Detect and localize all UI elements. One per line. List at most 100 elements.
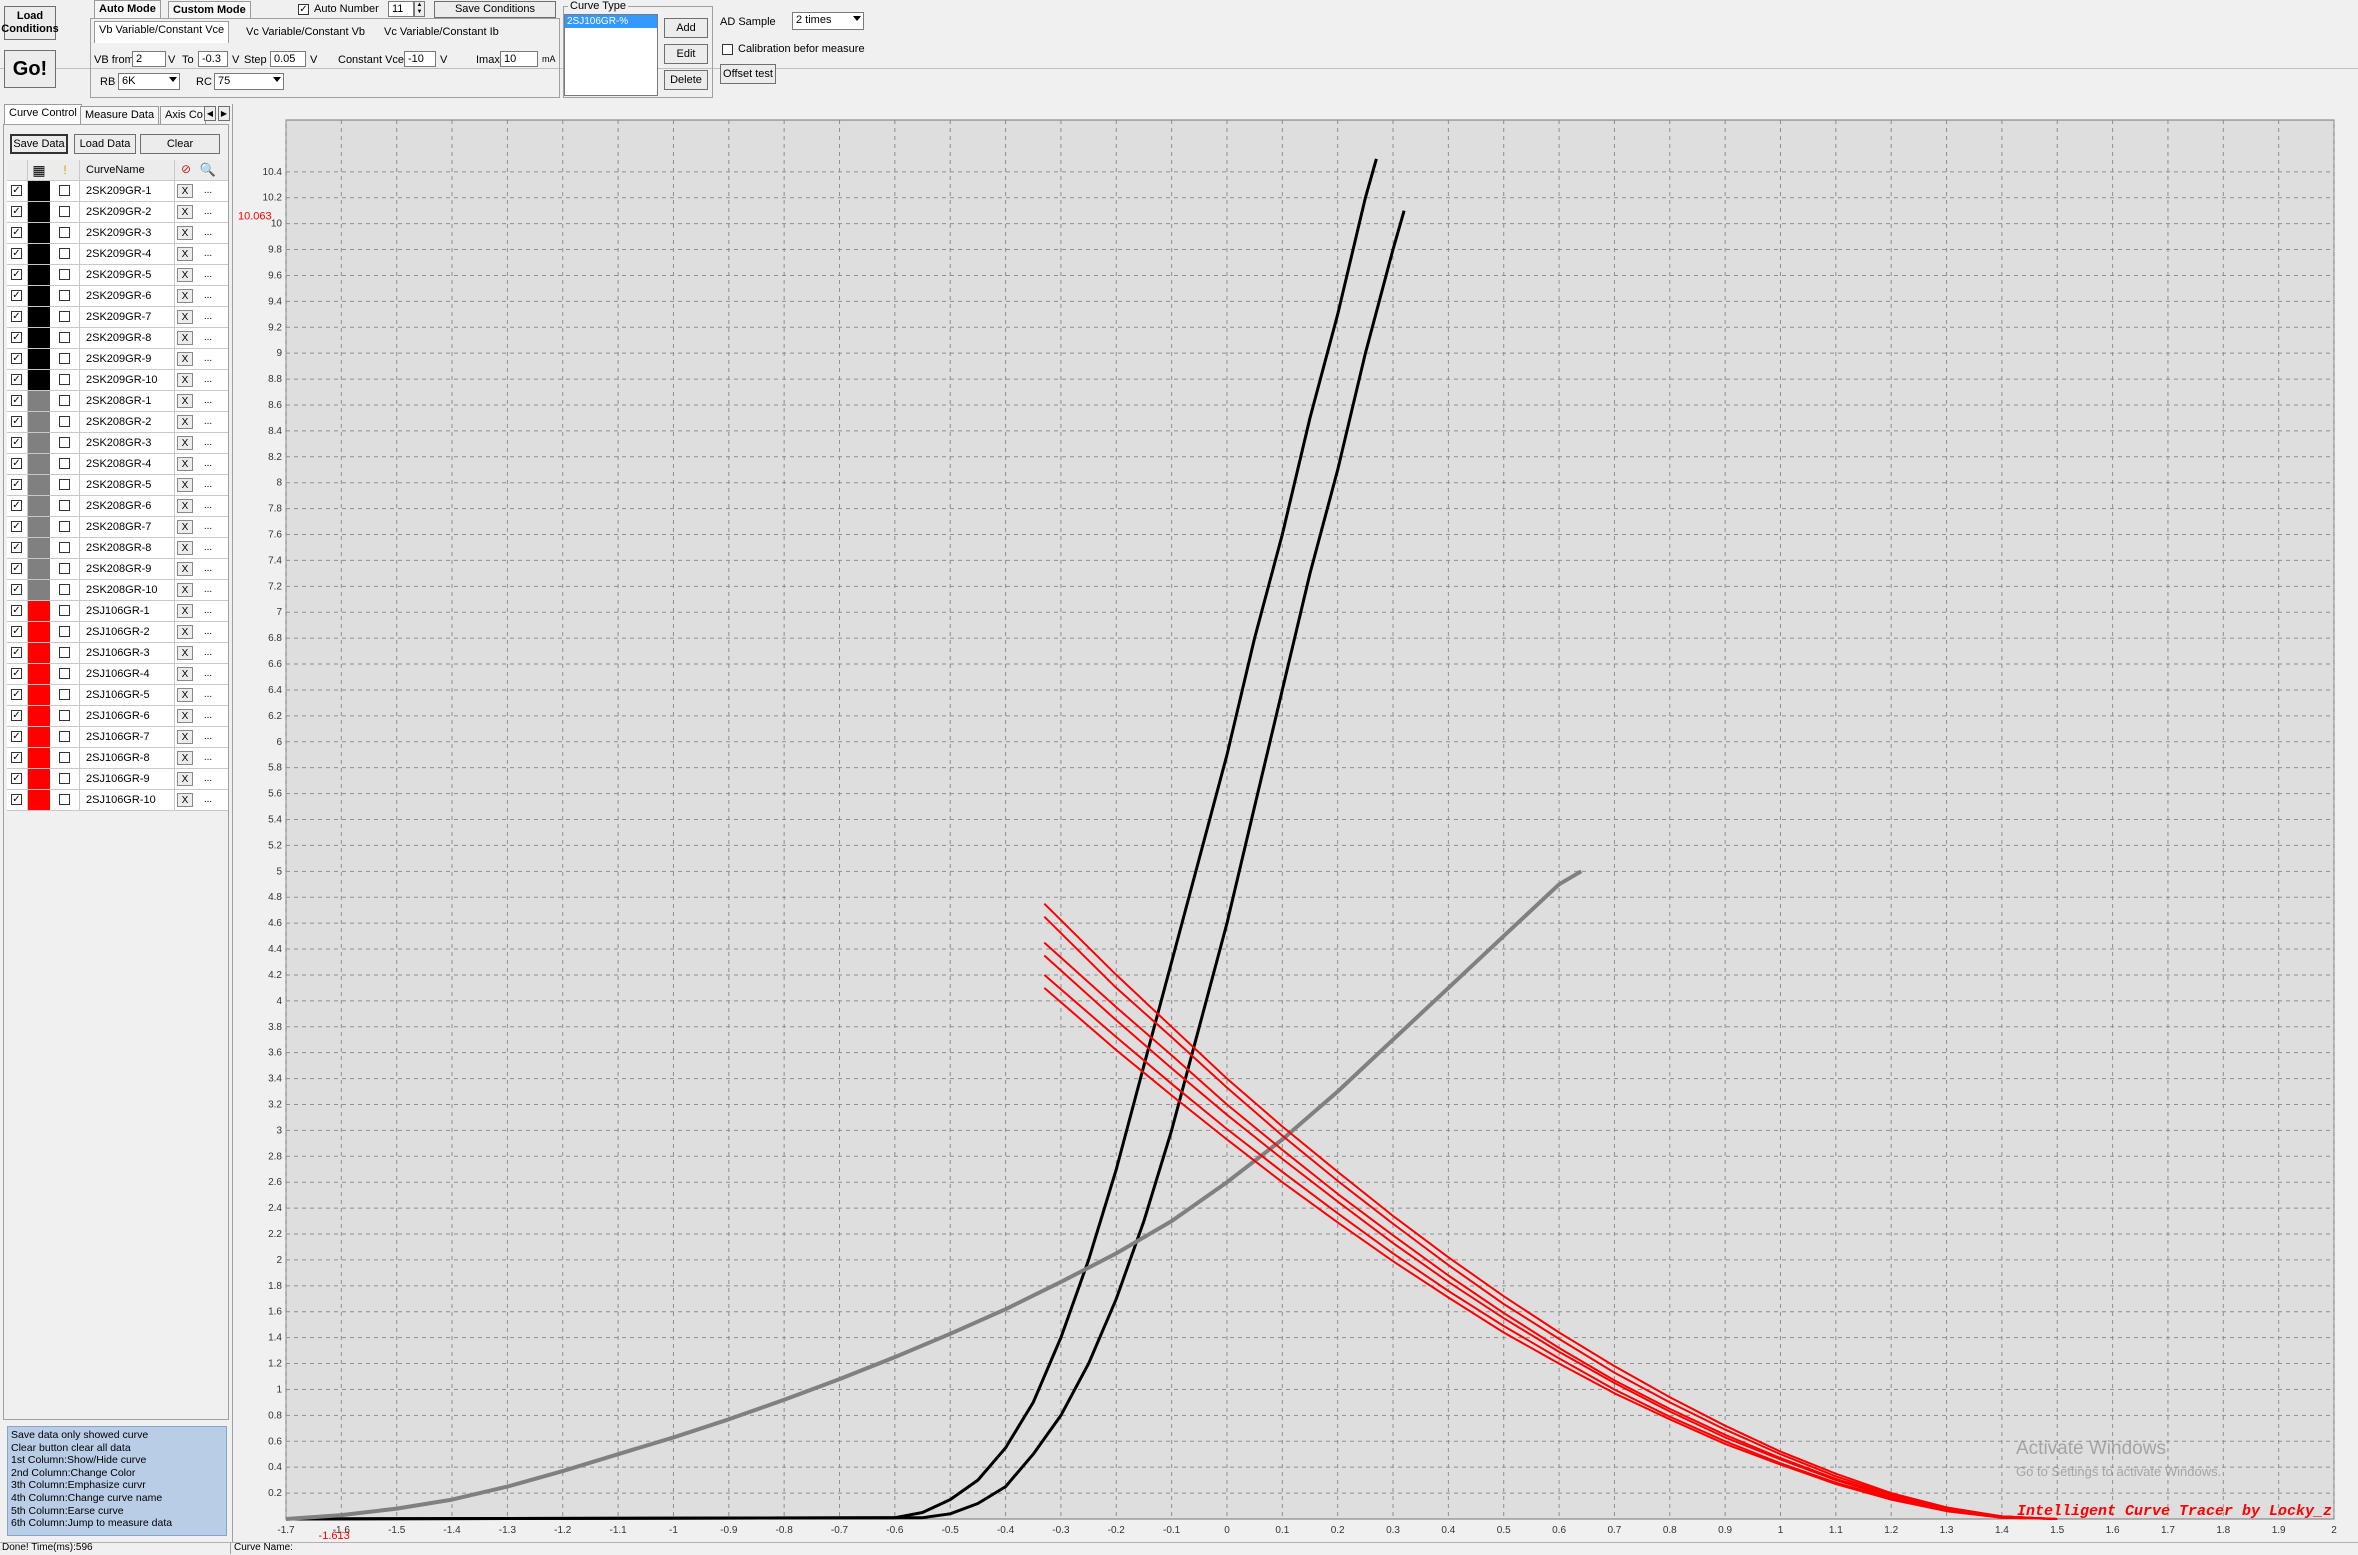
show-curve-checkbox[interactable]: ✓ [11,269,22,280]
load-data-button[interactable]: Load Data [74,134,136,154]
color-swatch[interactable] [28,622,50,642]
curve-row[interactable]: ✓ 2SJ106GR-4 X... [7,664,228,685]
curve-name[interactable]: 2SK209GR-1 [80,181,175,201]
curve-row[interactable]: ✓ 2SK208GR-8 X... [7,538,228,559]
curve-name[interactable]: 2SK209GR-7 [80,307,175,327]
curve-name[interactable]: 2SK209GR-5 [80,265,175,285]
curve-row[interactable]: ✓ 2SJ106GR-6 X... [7,706,228,727]
erase-curve-button[interactable]: X [177,478,193,492]
curve-name[interactable]: 2SK208GR-6 [80,496,175,516]
jump-to-data-button[interactable]: ... [197,772,219,786]
emphasize-checkbox[interactable] [59,206,70,217]
jump-to-data-button[interactable]: ... [197,373,219,387]
color-swatch[interactable] [28,202,50,222]
curve-row[interactable]: ✓ 2SK209GR-9 X... [7,349,228,370]
curve-name[interactable]: 2SK208GR-1 [80,391,175,411]
show-curve-checkbox[interactable]: ✓ [11,353,22,364]
curve-name[interactable]: 2SJ106GR-4 [80,664,175,684]
save-data-button[interactable]: Save Data [10,134,68,154]
color-swatch[interactable] [28,580,50,600]
show-curve-checkbox[interactable]: ✓ [11,458,22,469]
erase-curve-button[interactable]: X [177,184,193,198]
color-swatch[interactable] [28,454,50,474]
emphasize-checkbox[interactable] [59,521,70,532]
color-swatch[interactable] [28,349,50,369]
show-curve-checkbox[interactable]: ✓ [11,185,22,196]
emphasize-checkbox[interactable] [59,647,70,658]
color-swatch[interactable] [28,391,50,411]
emphasize-checkbox[interactable] [59,689,70,700]
jump-to-data-button[interactable]: ... [197,541,219,555]
jump-to-data-button[interactable]: ... [197,415,219,429]
curve-row[interactable]: ✓ 2SJ106GR-9 X... [7,769,228,790]
curve-name[interactable]: 2SK208GR-8 [80,538,175,558]
curve-row[interactable]: ✓ 2SJ106GR-10 X... [7,790,228,811]
curve-name[interactable]: 2SK209GR-9 [80,349,175,369]
curve-row[interactable]: ✓ 2SK209GR-8 X... [7,328,228,349]
curve-row[interactable]: ✓ 2SK209GR-10 X... [7,370,228,391]
show-curve-checkbox[interactable]: ✓ [11,563,22,574]
curve-row[interactable]: ✓ 2SK208GR-7 X... [7,517,228,538]
erase-curve-button[interactable]: X [177,226,193,240]
jump-to-data-button[interactable]: ... [197,331,219,345]
erase-curve-button[interactable]: X [177,394,193,408]
auto-number-spinner[interactable]: ▲ ▼ [414,1,425,17]
jump-to-data-button[interactable]: ... [197,730,219,744]
curve-row[interactable]: ✓ 2SK209GR-4 X... [7,244,228,265]
emphasize-checkbox[interactable] [59,752,70,763]
curve-plot[interactable]: -1.7 -1.6 -1.5 -1.4 -1.3 -1.2 -1.1 -1 -0.9 -0.8 -0… [236,112,2358,1547]
show-curve-checkbox[interactable]: ✓ [11,731,22,742]
color-swatch[interactable] [28,223,50,243]
clear-button[interactable]: Clear [140,134,220,154]
imax-input[interactable]: 10 [500,51,538,67]
show-curve-checkbox[interactable]: ✓ [11,311,22,322]
curve-row[interactable]: ✓ 2SK208GR-5 X... [7,475,228,496]
emphasize-checkbox[interactable] [59,479,70,490]
curve-row[interactable]: ✓ 2SJ106GR-3 X... [7,643,228,664]
curve-row[interactable]: ✓ 2SJ106GR-7 X... [7,727,228,748]
emphasize-checkbox[interactable] [59,563,70,574]
color-swatch[interactable] [28,475,50,495]
show-curve-checkbox[interactable]: ✓ [11,584,22,595]
constant-vce-input[interactable]: -10 [404,51,436,67]
erase-curve-button[interactable]: X [177,436,193,450]
color-swatch[interactable] [28,286,50,306]
tab-custom-mode[interactable]: Custom Mode [168,1,251,19]
curve-row[interactable]: ✓ 2SK209GR-1 X... [7,181,228,202]
emphasize-checkbox[interactable] [59,731,70,742]
emphasize-checkbox[interactable] [59,416,70,427]
emphasize-checkbox[interactable] [59,311,70,322]
erase-curve-button[interactable]: X [177,310,193,324]
jump-to-data-button[interactable]: ... [197,583,219,597]
jump-to-data-button[interactable]: ... [197,793,219,807]
tab-axis-control[interactable]: Axis Co [160,106,206,124]
step-input[interactable]: 0.05 [270,51,306,67]
emphasize-checkbox[interactable] [59,626,70,637]
curve-name[interactable]: 2SK209GR-6 [80,286,175,306]
jump-to-data-button[interactable]: ... [197,478,219,492]
curve-name[interactable]: 2SK209GR-2 [80,202,175,222]
erase-curve-button[interactable]: X [177,247,193,261]
show-curve-checkbox[interactable]: ✓ [11,500,22,511]
show-curve-checkbox[interactable]: ✓ [11,290,22,301]
rb-select[interactable]: 6K [118,73,180,90]
show-curve-checkbox[interactable]: ✓ [11,794,22,805]
tab-curve-control[interactable]: Curve Control [4,104,82,124]
emphasize-checkbox[interactable] [59,290,70,301]
tab-auto-mode[interactable]: Auto Mode [94,0,161,18]
jump-to-data-button[interactable]: ... [197,562,219,576]
curve-row[interactable]: ✓ 2SK208GR-9 X... [7,559,228,580]
curve-name[interactable]: 2SJ106GR-8 [80,748,175,768]
jump-to-data-button[interactable]: ... [197,394,219,408]
jump-to-data-button[interactable]: ... [197,667,219,681]
erase-curve-button[interactable]: X [177,268,193,282]
jump-to-data-button[interactable]: ... [197,436,219,450]
erase-curve-button[interactable]: X [177,793,193,807]
show-curve-checkbox[interactable]: ✓ [11,773,22,784]
tab-vb-variable[interactable]: Vb Variable/Constant Vce [94,21,230,43]
color-swatch[interactable] [28,244,50,264]
color-swatch[interactable] [28,769,50,789]
color-swatch[interactable] [28,790,50,810]
emphasize-checkbox[interactable] [59,605,70,616]
emphasize-checkbox[interactable] [59,542,70,553]
